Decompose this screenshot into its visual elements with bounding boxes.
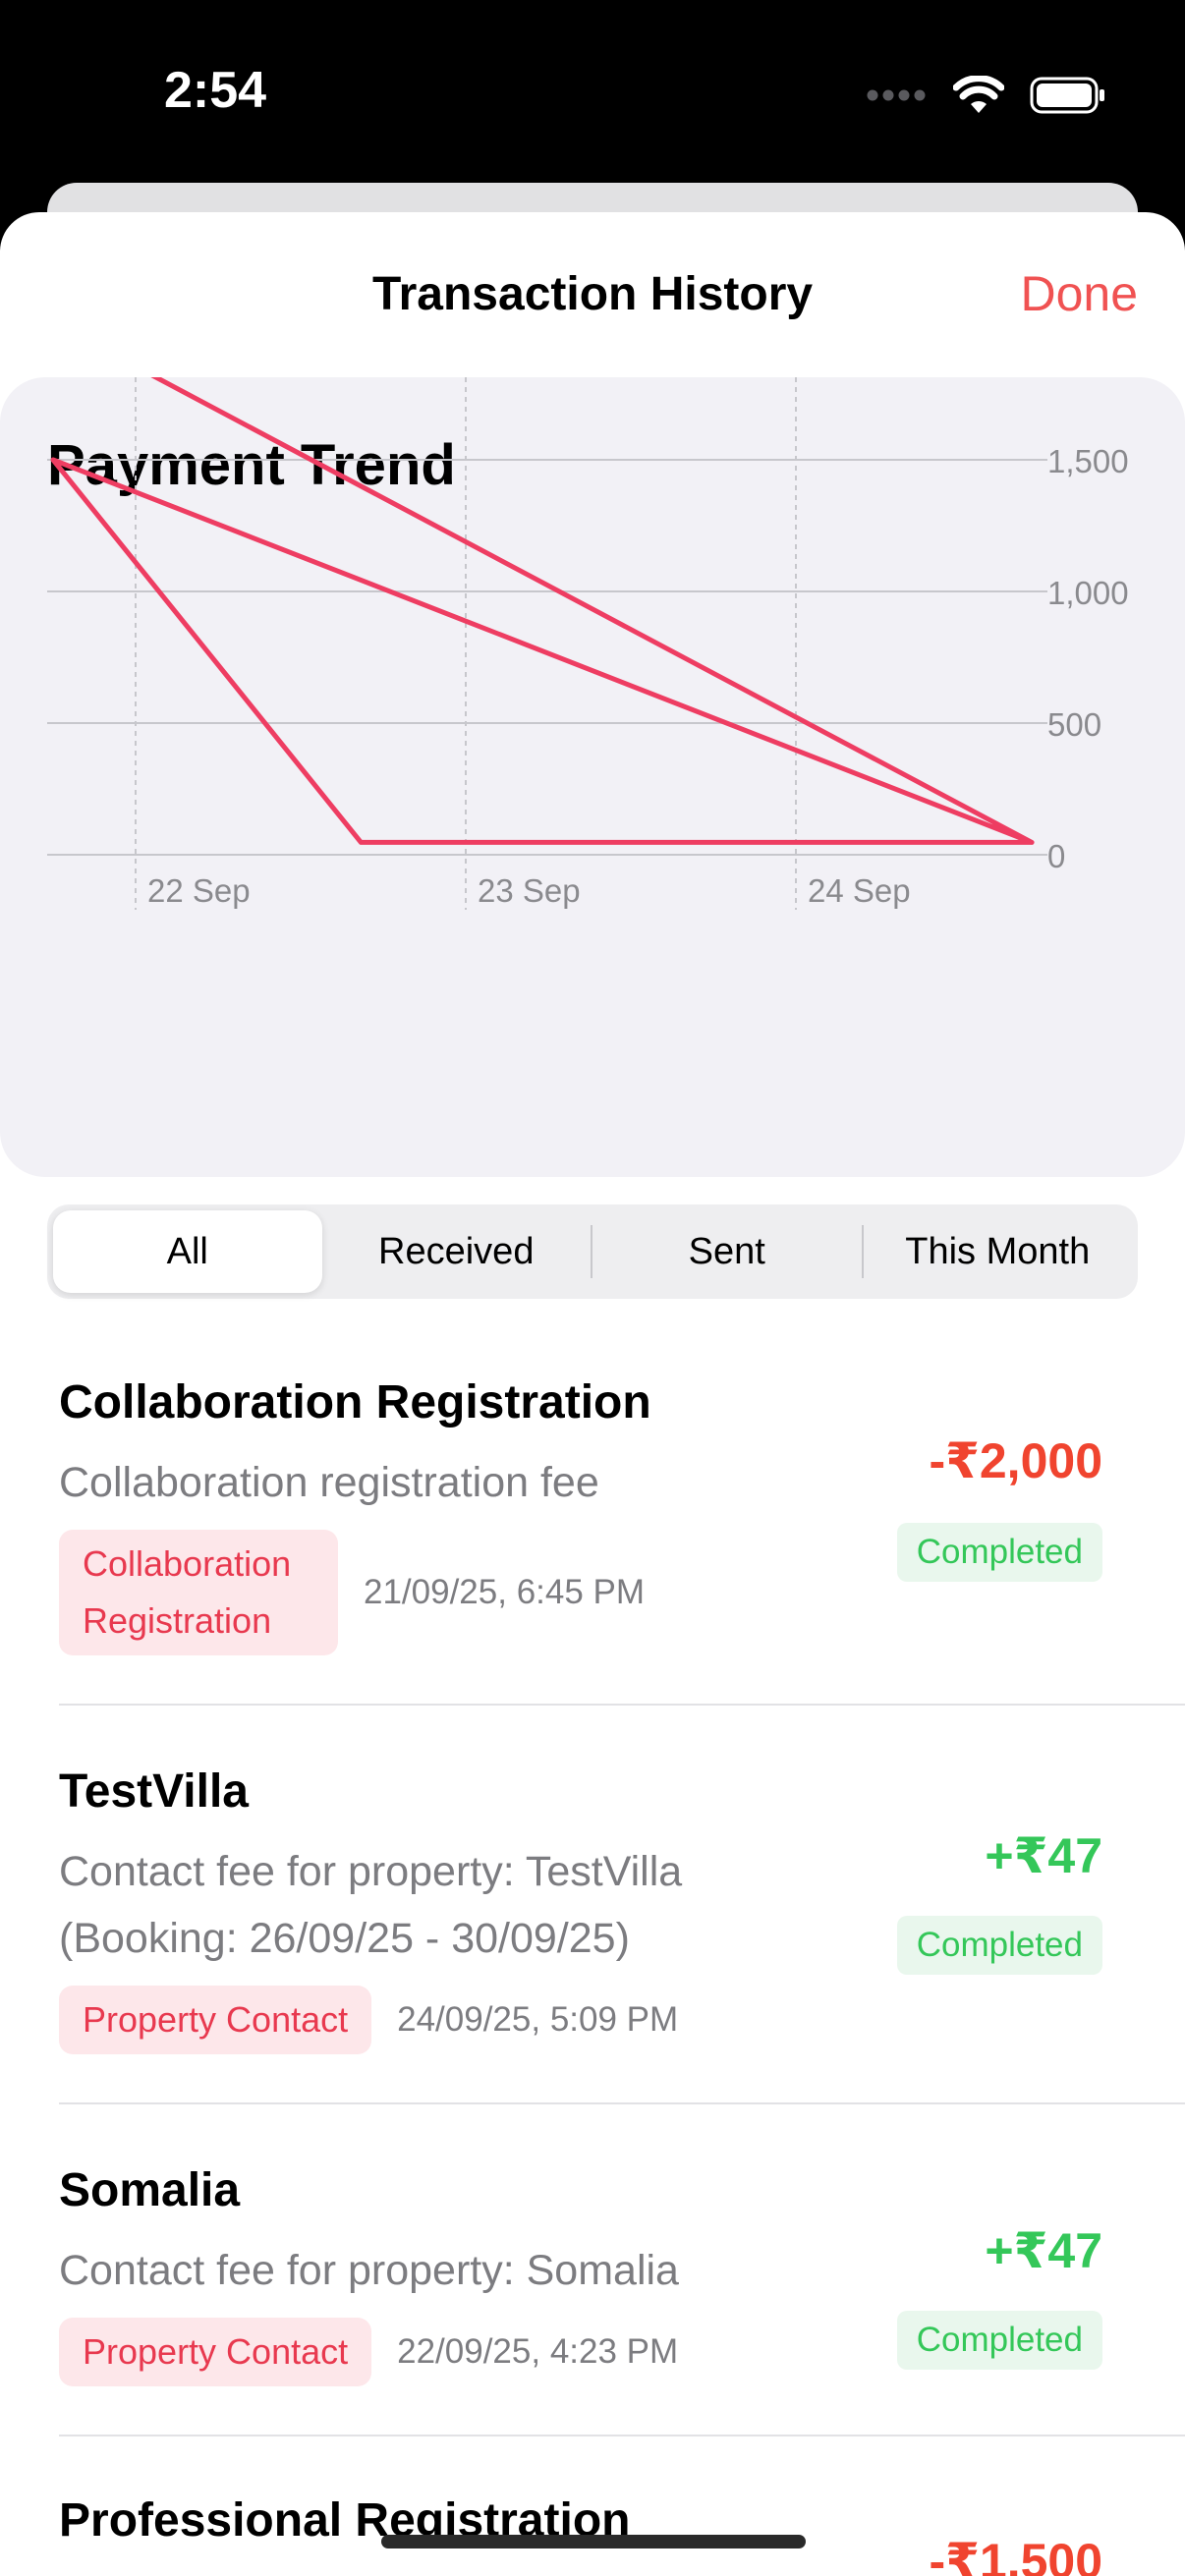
- y-tick-label: 1,000: [1047, 575, 1129, 611]
- status-badge: Completed: [896, 2311, 1102, 2370]
- transaction-date: 24/09/25, 5:09 PM: [397, 2000, 679, 2039]
- transaction-date: 21/09/25, 6:45 PM: [364, 1573, 646, 1611]
- transaction-amount: -₹1,500: [929, 2534, 1102, 2576]
- transaction-history-sheet: Transaction History Done Payment Trend 2…: [0, 212, 1185, 2576]
- data-point: [52, 459, 54, 461]
- y-tick-label: 0: [1047, 838, 1065, 874]
- status-time: 2:54: [164, 62, 267, 119]
- transaction-title: TestVilla: [59, 1765, 249, 1818]
- payment-trend-card: Payment Trend 2,0001,5001,000500022 Sep2…: [0, 377, 1185, 1177]
- filter-segmented-control: All Received Sent This Month: [47, 1204, 1138, 1299]
- category-tag: Property Contact: [59, 2318, 372, 2386]
- transaction-amount: +₹47: [985, 1828, 1102, 1883]
- payment-trend-chart: 2,0001,5001,000500022 Sep23 Sep24 Sep: [47, 377, 1129, 910]
- cellular-signal-icon: [867, 89, 926, 101]
- x-tick-label: 23 Sep: [478, 872, 581, 909]
- status-badge: Completed: [896, 1523, 1102, 1582]
- battery-icon: [1030, 77, 1104, 114]
- x-tick-label: 24 Sep: [808, 872, 911, 909]
- tab-received[interactable]: Received: [322, 1210, 592, 1293]
- transaction-amount: +₹47: [985, 2223, 1102, 2278]
- status-bar: 2:54: [0, 0, 1185, 187]
- transaction-description: Collaboration registration fee: [59, 1459, 599, 1506]
- done-button[interactable]: Done: [1020, 265, 1138, 322]
- transaction-meta: Property Contact 24/09/25, 5:09 PM: [59, 1986, 1185, 2054]
- transaction-row[interactable]: Collaboration Registration Collaboration…: [59, 1375, 1185, 1655]
- transaction-date: 22/09/25, 4:23 PM: [397, 2332, 679, 2371]
- category-tag: Collaboration Registration: [59, 1530, 338, 1655]
- transaction-title: Somalia: [59, 2164, 241, 2216]
- data-point: [360, 841, 363, 844]
- series-line: [50, 377, 1035, 845]
- transaction-row[interactable]: TestVilla Contact fee for property: Test…: [59, 1764, 1185, 2054]
- status-badge: Completed: [896, 1916, 1102, 1975]
- data-point: [1031, 841, 1034, 844]
- page-title: Transaction History: [371, 268, 814, 320]
- divider: [59, 1704, 1185, 1706]
- tab-all[interactable]: All: [53, 1210, 322, 1293]
- transaction-description: Contact fee for property: TestVilla (Boo…: [59, 1848, 683, 1962]
- transaction-title: Collaboration Registration: [59, 1376, 651, 1428]
- tab-sent[interactable]: Sent: [592, 1210, 862, 1293]
- y-tick-label: 1,500: [1047, 443, 1129, 479]
- y-tick-label: 500: [1047, 706, 1101, 743]
- home-indicator: [381, 2535, 806, 2548]
- status-icons: [867, 71, 1106, 120]
- transaction-description: Contact fee for property: Somalia: [59, 2247, 679, 2294]
- transaction-amount: -₹2,000: [929, 1433, 1102, 1488]
- divider: [59, 2435, 1185, 2436]
- category-tag: Property Contact: [59, 1986, 372, 2054]
- wifi-icon: [953, 76, 1004, 113]
- transaction-row[interactable]: Somalia Contact fee for property: Somali…: [59, 2163, 1185, 2386]
- divider: [59, 2102, 1185, 2104]
- tab-this-month[interactable]: This Month: [864, 1210, 1133, 1293]
- x-tick-label: 22 Sep: [147, 872, 251, 909]
